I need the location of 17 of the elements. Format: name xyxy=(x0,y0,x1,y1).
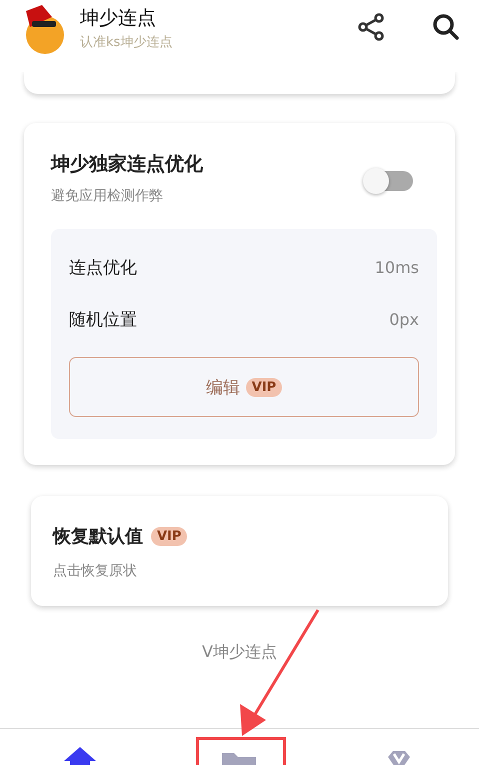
card-title: 恢复默认值 xyxy=(53,525,143,548)
card-subtitle: 点击恢复原状 xyxy=(53,562,138,580)
setting-value: 0px xyxy=(389,310,419,328)
app-title: 坤少连点 xyxy=(80,6,157,31)
search-icon[interactable] xyxy=(431,12,461,42)
vip-badge: VIP xyxy=(246,378,282,396)
card-title: 坤少独家连点优化 xyxy=(51,152,203,177)
footer-text: V坤少连点 xyxy=(202,642,277,661)
reset-card[interactable]: 恢复默认值 VIP 点击恢复原状 xyxy=(31,496,448,606)
vip-badge: VIP xyxy=(151,526,188,546)
setting-value: 10ms xyxy=(374,258,419,276)
edit-label: 编辑 xyxy=(206,376,240,398)
card-subtitle: 避免应用检测作弊 xyxy=(51,187,164,205)
setting-label: 连点优化 xyxy=(69,256,137,278)
app-subtitle: 认准ks坤少连点 xyxy=(80,34,174,51)
edit-button[interactable]: 编辑 VIP xyxy=(69,357,419,417)
setting-label: 随机位置 xyxy=(69,308,137,330)
